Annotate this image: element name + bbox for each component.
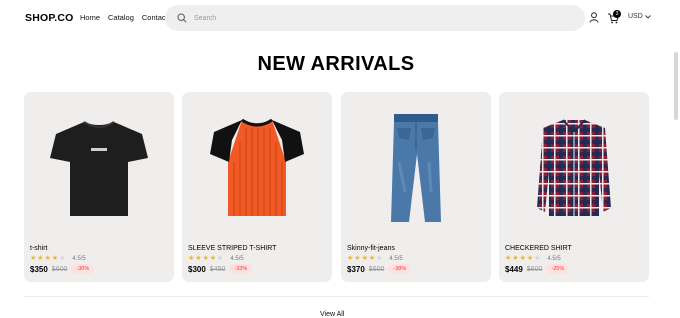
chevron-down-icon [644,14,651,19]
star-icon: ★ [526,255,534,262]
search-input[interactable] [194,10,564,26]
old-price: $600 [526,265,543,273]
main-nav: Home Catalog Contact [80,13,168,22]
old-price: $600 [368,265,385,273]
currency-selector[interactable]: USD [628,13,651,20]
nav-catalog[interactable]: Catalog [108,13,134,22]
user-icon[interactable] [589,12,599,23]
star-icon: ★ [37,255,44,262]
section-title: NEW ARRIVALS [257,53,415,75]
blue-jeans-image [391,114,441,222]
cart-count-badge: 3 [613,10,621,18]
rating-stars: ★ ★ ★ ★ ★ 4.5/5 [347,255,403,263]
star-icon: ★ [202,255,209,262]
product-name[interactable]: Skinny-fit-jeans [347,245,395,252]
discount-badge: -25% [546,264,570,274]
nav-home[interactable]: Home [80,13,100,22]
product-name[interactable]: SLEEVE STRIPED T-SHIRT [188,245,276,252]
nav-contact[interactable]: Contact [142,13,168,22]
star-icon: ★ [361,255,368,262]
discount-badge: -38% [388,264,412,274]
star-icon: ★ [354,255,361,262]
star-icon: ★ [59,255,66,262]
black-tshirt-image [50,121,148,216]
current-price: $370 [347,264,365,274]
discount-badge: -33% [229,264,253,274]
star-icon: ★ [368,255,376,262]
product-card[interactable]: SLEEVE STRIPED T-SHIRT ★ ★ ★ ★ ★ 4.5/5 $… [182,92,332,282]
orange-striped-tshirt-image [210,118,304,216]
star-icon: ★ [376,255,383,262]
star-icon: ★ [519,255,526,262]
view-all-button[interactable]: View All [320,311,344,318]
price-row: $300 $450 -33% [188,264,253,274]
current-price: $350 [30,264,48,274]
search-bar[interactable] [165,5,585,31]
rating-score: 4.5/5 [547,256,561,262]
product-card[interactable]: t-shirt ★ ★ ★ ★ ★ 4.5/5 $350 $600 -30% [24,92,174,282]
price-row: $370 $600 -38% [347,264,412,274]
rating-stars: ★ ★ ★ ★ ★ 4.5/5 [30,255,86,263]
rating-score: 4.5/5 [230,256,244,262]
star-icon: ★ [534,255,541,262]
header: SHOP.CO Home Catalog Contact 3 USD [0,0,680,36]
rating-score: 4.5/5 [72,256,86,262]
logo[interactable]: SHOP.CO [25,12,73,24]
rating-stars: ★ ★ ★ ★ ★ 4.5/5 [505,255,561,263]
currency-label: USD [628,13,643,20]
old-price: $450 [209,265,226,273]
product-card[interactable]: Skinny-fit-jeans ★ ★ ★ ★ ★ 4.5/5 $370 $6… [341,92,491,282]
star-icon: ★ [209,255,217,262]
product-card[interactable]: CHECKERED SHIRT ★ ★ ★ ★ ★ 4.5/5 $449 $60… [499,92,649,282]
star-icon: ★ [44,255,51,262]
rating-stars: ★ ★ ★ ★ ★ 4.5/5 [188,255,244,263]
product-name[interactable]: t-shirt [30,245,48,252]
star-icon: ★ [30,255,37,262]
price-row: $449 $600 -25% [505,264,570,274]
current-price: $300 [188,264,206,274]
old-price: $600 [51,265,68,273]
star-icon: ★ [512,255,519,262]
rating-score: 4.5/5 [389,256,403,262]
star-icon: ★ [188,255,195,262]
star-icon: ★ [195,255,202,262]
star-icon: ★ [505,255,512,262]
star-icon: ★ [51,255,59,262]
current-price: $449 [505,264,523,274]
product-name[interactable]: CHECKERED SHIRT [505,245,572,252]
search-icon [177,13,187,23]
section-divider [24,296,649,297]
scrollbar-thumb[interactable] [674,52,678,120]
discount-badge: -30% [71,264,95,274]
star-icon: ★ [217,255,224,262]
price-row: $350 $600 -30% [30,264,95,274]
star-icon: ★ [347,255,354,262]
checkered-shirt-image [537,119,611,216]
